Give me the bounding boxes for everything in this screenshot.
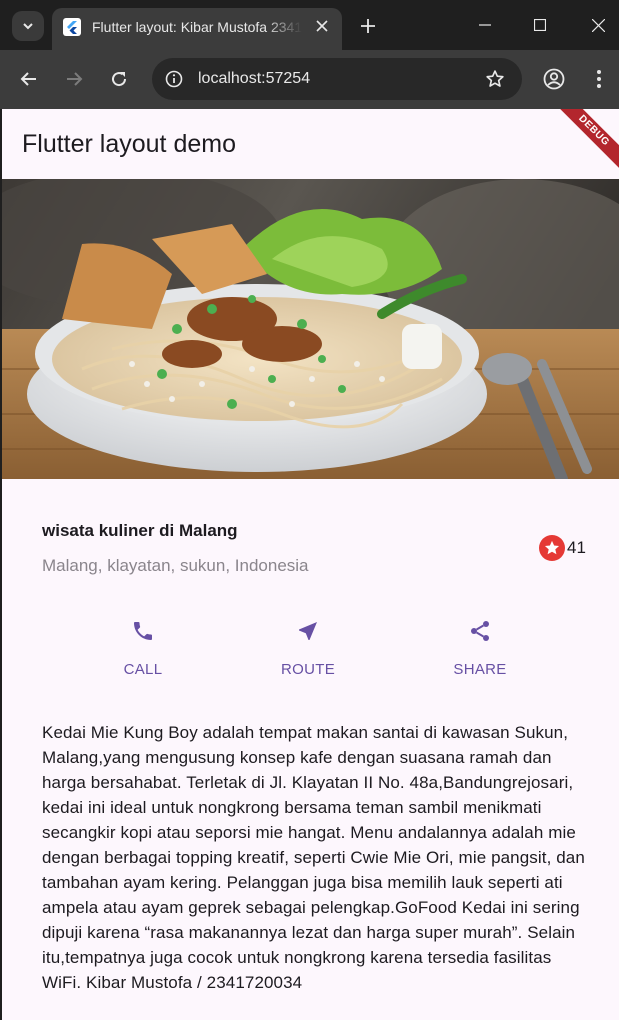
- arrow-right-icon: [67, 72, 83, 86]
- minimize-button[interactable]: [470, 10, 500, 40]
- browser-menu-button[interactable]: [584, 64, 614, 94]
- close-tab-button[interactable]: [312, 16, 332, 36]
- url-text: localhost:57254: [198, 70, 311, 87]
- new-tab-button[interactable]: [356, 14, 380, 38]
- back-button[interactable]: [14, 64, 44, 94]
- call-button[interactable]: CALL: [98, 614, 188, 684]
- browser-tab-strip: Flutter layout: Kibar Mustofa 2341720034: [0, 0, 619, 50]
- app-viewport: Flutter layout demo DEBUG wisata kuliner…: [2, 109, 619, 1020]
- route-label: ROUTE: [281, 661, 335, 678]
- chevron-down-icon: [23, 23, 33, 30]
- close-icon: [316, 20, 328, 32]
- minimize-icon: [479, 24, 491, 26]
- address-bar[interactable]: localhost:57254: [152, 58, 522, 100]
- forward-button[interactable]: [59, 64, 89, 94]
- near-me-icon: [299, 622, 317, 640]
- browser-tab[interactable]: Flutter layout: Kibar Mustofa 2341720034: [52, 8, 342, 50]
- phone-icon: [134, 622, 152, 640]
- app-bar: Flutter layout demo: [2, 109, 619, 179]
- flutter-logo-icon: [63, 18, 81, 36]
- browser-toolbar: localhost:57254: [0, 50, 619, 109]
- call-label: CALL: [123, 661, 163, 678]
- share-label: SHARE: [453, 661, 507, 678]
- tab-search-button[interactable]: [12, 11, 44, 41]
- button-section: CALL ROUTE SHARE: [2, 614, 619, 694]
- title-section: wisata kuliner di Malang Malang, klayata…: [2, 479, 619, 599]
- star-outline-icon: [486, 70, 504, 87]
- hero-image: [2, 179, 619, 479]
- share-button[interactable]: SHARE: [435, 614, 525, 684]
- account-icon: [543, 68, 565, 90]
- close-window-button[interactable]: [583, 10, 613, 40]
- description-text: Kedai Mie Kung Boy adalah tempat makan s…: [42, 723, 585, 992]
- place-name: wisata kuliner di Malang: [42, 521, 238, 540]
- share-icon: [471, 621, 489, 641]
- reload-icon: [112, 72, 127, 87]
- tab-title: Flutter layout: Kibar Mustofa 2341720034: [92, 19, 302, 35]
- plus-icon: [361, 19, 375, 33]
- site-info-icon: [165, 70, 183, 88]
- reload-button[interactable]: [104, 64, 134, 94]
- profile-button[interactable]: [539, 64, 569, 94]
- route-button[interactable]: ROUTE: [263, 614, 353, 684]
- bookmark-button[interactable]: [484, 68, 506, 90]
- arrow-left-icon: [20, 72, 36, 86]
- site-info-button[interactable]: [160, 65, 188, 93]
- place-location: Malang, klayatan, sukun, Indonesia: [42, 556, 309, 575]
- maximize-button[interactable]: [525, 10, 555, 40]
- star-count: 41: [567, 538, 586, 557]
- kebab-menu-icon: [597, 70, 601, 88]
- star-icon[interactable]: [539, 535, 565, 561]
- maximize-icon: [534, 19, 546, 31]
- page-title: Flutter layout demo: [22, 130, 236, 158]
- close-icon: [591, 18, 605, 32]
